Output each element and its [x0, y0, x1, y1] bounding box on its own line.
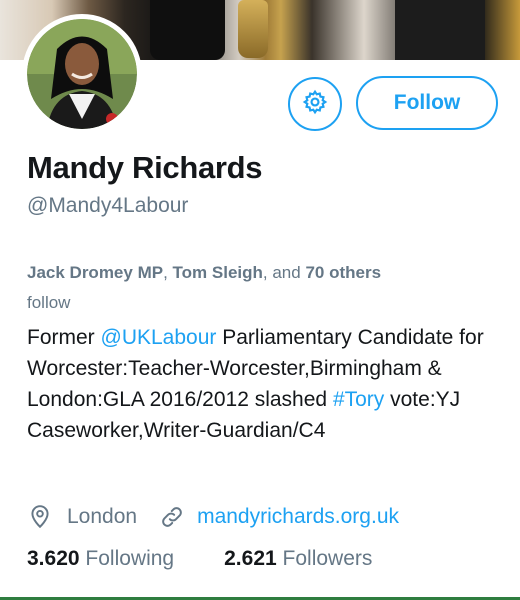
following-label: Following: [85, 547, 175, 570]
website-link[interactable]: mandyrichards.org.uk: [197, 505, 399, 529]
following-count: 3.620: [27, 547, 80, 570]
link-icon: [159, 504, 185, 530]
followed-by-suffix: follow: [27, 293, 71, 312]
avatar[interactable]: [22, 14, 142, 134]
location-text: London: [67, 505, 138, 528]
banner-figure: [150, 0, 225, 60]
follower-name[interactable]: Jack Dromey MP: [27, 263, 163, 282]
profile-handle[interactable]: @Mandy4Labour: [27, 194, 188, 218]
follow-button[interactable]: Follow: [356, 76, 498, 130]
following-stat[interactable]: 3.620 Following: [27, 547, 174, 571]
profile-bio: Former @UKLabour Parliamentary Candidate…: [27, 322, 497, 446]
bio-mention-link[interactable]: @UKLabour: [101, 326, 217, 349]
profile-stats: 3.620 Following 2.621 Followers: [27, 547, 372, 571]
follower-name[interactable]: Tom Sleigh: [173, 263, 263, 282]
bio-hashtag-link[interactable]: #Tory: [333, 388, 384, 411]
settings-button[interactable]: [288, 77, 342, 131]
bio-text: Former: [27, 326, 101, 349]
followers-stat[interactable]: 2.621 Followers: [224, 547, 372, 571]
banner-trophy: [238, 0, 268, 58]
gear-icon: [302, 89, 328, 120]
followers-count: 2.621: [224, 547, 277, 570]
others-count[interactable]: 70 others: [305, 263, 381, 282]
followed-by[interactable]: Jack Dromey MP, Tom Sleigh, and 70 other…: [27, 258, 497, 318]
profile-meta: London mandyrichards.org.uk: [27, 502, 399, 532]
profile-name: Mandy Richards: [27, 150, 263, 185]
location-pin-icon: [27, 504, 53, 530]
banner-figure: [395, 0, 485, 60]
and-text: , and: [262, 263, 306, 282]
followers-label: Followers: [282, 547, 373, 570]
separator: ,: [163, 263, 173, 282]
